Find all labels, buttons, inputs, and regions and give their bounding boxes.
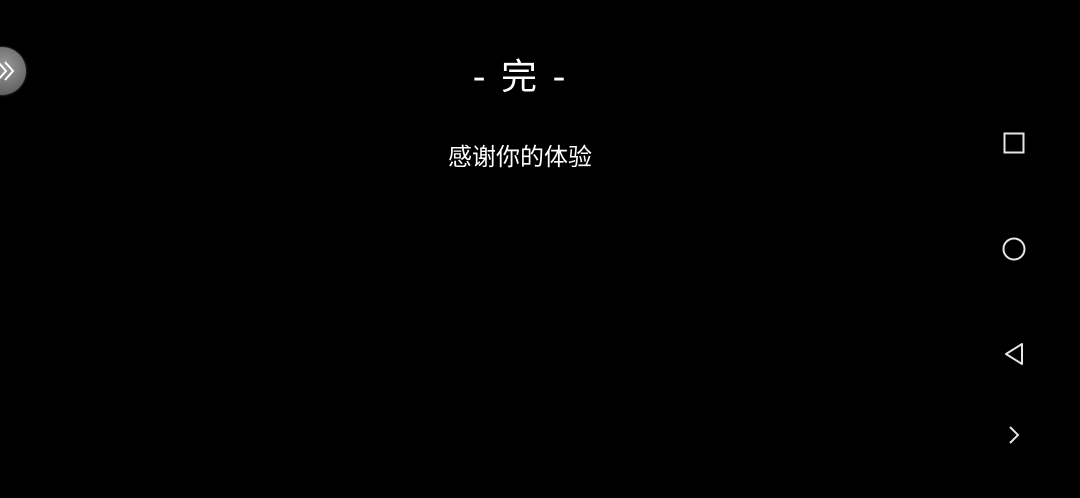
triangle-back-icon — [1005, 343, 1023, 365]
double-chevron-right-icon — [0, 61, 15, 81]
home-button[interactable] — [994, 229, 1034, 269]
end-subtitle: 感谢你的体验 — [448, 143, 592, 171]
more-button[interactable] — [994, 415, 1034, 455]
chevron-right-icon — [1009, 426, 1020, 444]
game-end-screen: - 完 - 感谢你的体验 — [0, 0, 1080, 498]
navigation-bar — [984, 0, 1044, 498]
floating-assistant-button[interactable] — [0, 47, 26, 95]
back-button[interactable] — [994, 334, 1034, 374]
end-title: - 完 - — [472, 57, 568, 98]
circle-icon — [1002, 237, 1026, 261]
square-icon — [1003, 132, 1025, 154]
recents-button[interactable] — [994, 123, 1034, 163]
